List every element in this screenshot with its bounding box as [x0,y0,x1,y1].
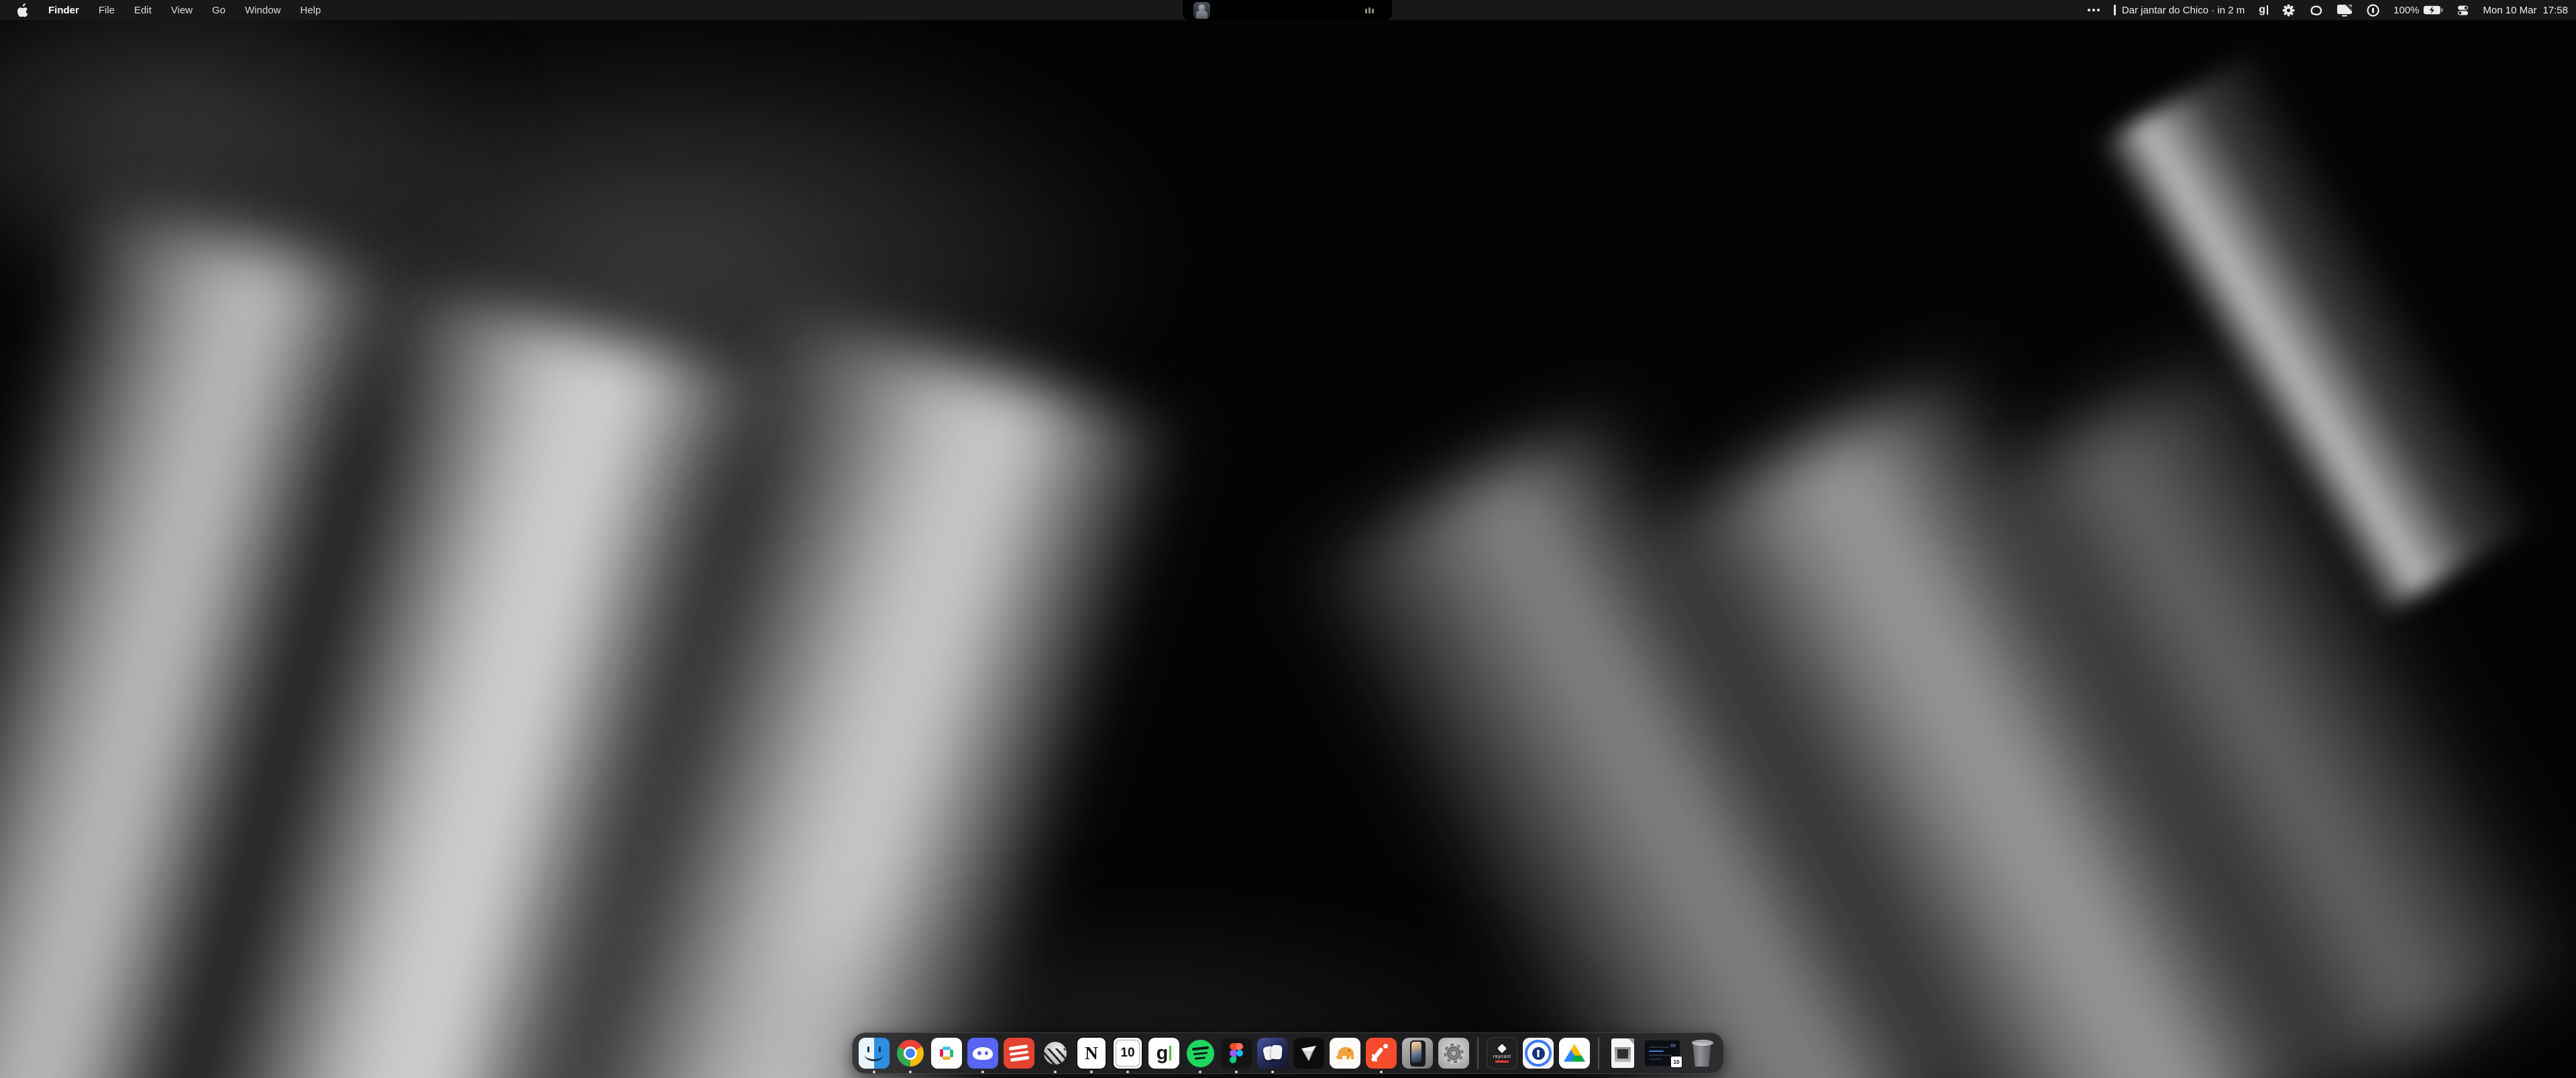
gear-icon [1438,1038,1469,1069]
dock-google-drive[interactable] [1559,1038,1590,1069]
window-stack-app-icon [1257,1038,1288,1069]
battery-status[interactable]: 100% [2394,5,2443,16]
google-drive-icon [1559,1038,1590,1069]
control-center-icon[interactable] [2457,5,2469,16]
calendar-badge: 10 [1670,1056,1682,1068]
display-notch [1183,0,1392,20]
apple-icon [17,3,29,17]
one-password-app-icon [1523,1038,1554,1069]
menu-bar-clock[interactable]: Mon 10 Mar 17:58 [2483,5,2568,16]
figma-icon [1221,1038,1252,1069]
todoist-icon [1004,1038,1034,1069]
dock-iphone-mirroring[interactable] [1402,1038,1433,1069]
dock-separator [1598,1037,1599,1069]
dock-figma[interactable] [1221,1038,1252,1069]
menu-item-app[interactable]: Finder [48,5,79,16]
running-indicator [1380,1071,1383,1073]
granola-app-icon: g [1148,1038,1179,1069]
menu-item-edit[interactable]: Edit [134,5,152,16]
trash-icon [1690,1038,1713,1068]
next-event-text: Dar jantar do Chico · in 2 m [2122,5,2245,16]
running-indicator [1090,1071,1093,1073]
wallpaper [0,0,2576,1078]
screen-mirroring-icon[interactable] [2337,4,2353,17]
document-file-icon [1611,1038,1634,1068]
notion-calendar-icon: 10 [1112,1036,1143,1070]
granola-icon[interactable]: g [2259,4,2268,16]
minimized-window-thumbnail: 10 [1644,1040,1680,1067]
flower-burst-icon[interactable] [2282,4,2295,17]
apple-menu[interactable] [17,3,29,17]
clock-time: 17:58 [2542,5,2568,16]
spotify-icon [1187,1040,1214,1067]
origami-3d-icon [1293,1038,1324,1069]
chrome-icon [897,1040,924,1067]
running-indicator [1235,1071,1238,1073]
dock-linear[interactable] [1040,1038,1071,1069]
menu-item-go[interactable]: Go [212,5,225,16]
dock-notion[interactable]: N [1076,1038,1107,1069]
menu-item-file[interactable]: File [99,5,115,16]
dock-granola[interactable]: g [1148,1038,1179,1069]
finder-icon [859,1038,890,1069]
running-indicator [1271,1071,1274,1073]
iphone-mirroring-icon [1402,1038,1433,1069]
dock-spotify[interactable] [1185,1038,1216,1069]
dock-finder[interactable] [859,1038,890,1069]
dock-download-file[interactable] [1607,1038,1638,1069]
dock-system-settings[interactable] [1438,1038,1469,1069]
pick-icon[interactable] [2309,4,2322,17]
menu-item-window[interactable]: Window [245,5,280,16]
raycast-icon: raycast [1487,1037,1517,1069]
battery-charging-icon [2423,5,2443,15]
menu-bar-left: Finder File Edit View Go Window Help [0,3,321,17]
running-indicator [873,1071,875,1073]
dock-discord[interactable] [967,1038,998,1069]
equalizer-bars-icon[interactable] [1365,7,1374,13]
running-indicator [1126,1071,1129,1073]
linear-icon [1040,1038,1071,1069]
desktop: Finder File Edit View Go Window Help Dar… [0,0,2576,1078]
one-password-icon[interactable] [2367,4,2379,17]
menu-item-view[interactable]: View [171,5,193,16]
next-event-item[interactable]: Dar jantar do Chico · in 2 m [2114,5,2245,16]
running-indicator [909,1071,912,1073]
battery-percent: 100% [2394,5,2419,16]
slack-icon [931,1038,962,1069]
running-indicator [1054,1071,1057,1073]
dock-chrome[interactable] [895,1038,926,1069]
dock-trash[interactable] [1686,1038,1717,1069]
dock-raycast[interactable]: raycast [1487,1038,1517,1069]
superhuman-icon [1366,1038,1397,1069]
running-indicator [1199,1071,1201,1073]
dock-todoist[interactable] [1004,1038,1034,1069]
mammoth-icon [1330,1038,1360,1069]
webcam-preview-thumbnail[interactable] [1193,2,1210,19]
dock-slack[interactable] [931,1038,962,1069]
dock-separator [1477,1037,1479,1069]
menu-bar: Finder File Edit View Go Window Help Dar… [0,0,2576,20]
dock-superhuman[interactable] [1366,1038,1397,1069]
dock-notion-calendar[interactable]: 10 [1112,1038,1143,1069]
ellipsis-icon[interactable] [2088,9,2100,11]
dock-1password[interactable] [1523,1038,1554,1069]
discord-icon [967,1038,998,1069]
dock-mammouth[interactable] [1330,1038,1360,1069]
event-divider-bar [2114,5,2116,15]
clock-date: Mon 10 Mar [2483,5,2536,16]
menu-bar-status: Dar jantar do Chico · in 2 m g [2088,0,2568,20]
notion-icon: N [1076,1036,1107,1070]
menu-item-help[interactable]: Help [301,5,321,16]
dock: N 10 g [852,1032,1724,1074]
dock-origami-app[interactable] [1293,1038,1324,1069]
running-indicator [981,1071,984,1073]
dock-minimized-window[interactable]: 10 [1644,1038,1681,1069]
dock-arc-window-app[interactable] [1257,1038,1288,1069]
